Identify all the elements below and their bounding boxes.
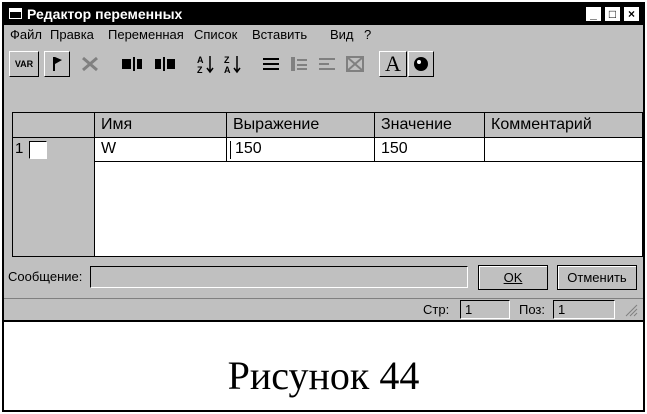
row-header-column (13, 138, 95, 256)
menu-bar: Файл Правка Переменная Список Вставить В… (4, 25, 643, 46)
menu-file[interactable]: Файл (10, 27, 42, 42)
toolbar: VAR AZ ZA A (4, 48, 643, 80)
palette-icon (414, 57, 428, 71)
insert-row-button[interactable] (117, 51, 147, 77)
color-button[interactable] (408, 51, 434, 77)
clear-button[interactable] (342, 51, 368, 77)
flag-icon (53, 57, 62, 71)
title-bar: Редактор переменных _ □ × (4, 4, 643, 25)
menu-help[interactable]: ? (364, 27, 371, 42)
insert-column-button[interactable] (150, 51, 180, 77)
column-header-expression[interactable]: Выражение (227, 113, 375, 138)
row-checkbox[interactable] (29, 141, 47, 159)
window-title: Редактор переменных (27, 6, 183, 22)
cell-expression[interactable]: 150 (227, 138, 375, 162)
window-icon (9, 8, 22, 19)
svg-text:A: A (197, 55, 204, 65)
cell-name[interactable]: W (95, 138, 227, 162)
text-cursor (230, 141, 231, 159)
outdent-button[interactable] (314, 51, 340, 77)
maximize-button[interactable]: □ (604, 6, 621, 22)
var-icon: VAR (14, 59, 34, 69)
column-header-comment[interactable]: Комментарий (485, 113, 642, 138)
sort-descending-icon: ZA (224, 55, 241, 74)
insert-column-icon (155, 57, 175, 71)
menu-variable[interactable]: Переменная (108, 27, 184, 42)
message-label: Сообщение: (8, 269, 83, 284)
figure-caption: Рисунок 44 (227, 353, 420, 398)
cancel-label: Отменить (567, 270, 627, 285)
svg-text:Z: Z (224, 55, 230, 65)
variables-table: Имя Выражение Значение Комментарий 1 W 1… (12, 112, 643, 257)
minimize-button[interactable]: _ (585, 6, 602, 22)
indent-button[interactable] (286, 51, 312, 77)
close-button[interactable]: × (623, 6, 640, 22)
row-number: 1 (15, 140, 24, 157)
font-button[interactable]: A (379, 51, 407, 77)
table-corner (13, 113, 95, 138)
variable-editor-window: Редактор переменных _ □ × Файл Правка Пе… (4, 4, 643, 322)
svg-text:A: A (224, 65, 231, 74)
message-field[interactable] (90, 266, 468, 288)
align-button[interactable] (258, 51, 284, 77)
menu-list[interactable]: Список (194, 27, 237, 42)
cell-value[interactable]: 150 (375, 138, 485, 162)
outdent-icon (319, 58, 335, 70)
flag-button[interactable] (44, 51, 70, 77)
clear-icon (346, 56, 364, 72)
svg-text:Z: Z (197, 65, 203, 74)
resize-grip-icon[interactable] (624, 303, 638, 317)
delete-icon (82, 56, 98, 72)
cell-comment[interactable] (485, 138, 642, 162)
column-header-value[interactable]: Значение (375, 113, 485, 138)
sort-ascending-icon: AZ (197, 55, 214, 74)
page-value: 1 (460, 300, 510, 319)
new-variable-button[interactable]: VAR (9, 51, 39, 77)
indent-icon (291, 57, 307, 71)
page-label: Стр: (423, 302, 450, 317)
position-value: 1 (553, 300, 615, 319)
menu-insert[interactable]: Вставить (252, 27, 307, 42)
column-header-name[interactable]: Имя (95, 113, 227, 138)
ok-label: OK (503, 270, 523, 285)
align-icon (263, 58, 279, 70)
delete-button[interactable] (76, 51, 104, 77)
status-bar: Стр: 1 Поз: 1 (4, 298, 643, 321)
menu-view[interactable]: Вид (330, 27, 354, 42)
font-icon: A (385, 51, 401, 76)
position-label: Поз: (519, 302, 545, 317)
ok-button[interactable]: OK (478, 265, 548, 290)
sort-descending-button[interactable]: ZA (221, 51, 245, 77)
sort-ascending-button[interactable]: AZ (194, 51, 218, 77)
menu-edit[interactable]: Правка (50, 27, 94, 42)
cancel-button[interactable]: Отменить (557, 265, 637, 290)
insert-row-icon (122, 57, 142, 71)
